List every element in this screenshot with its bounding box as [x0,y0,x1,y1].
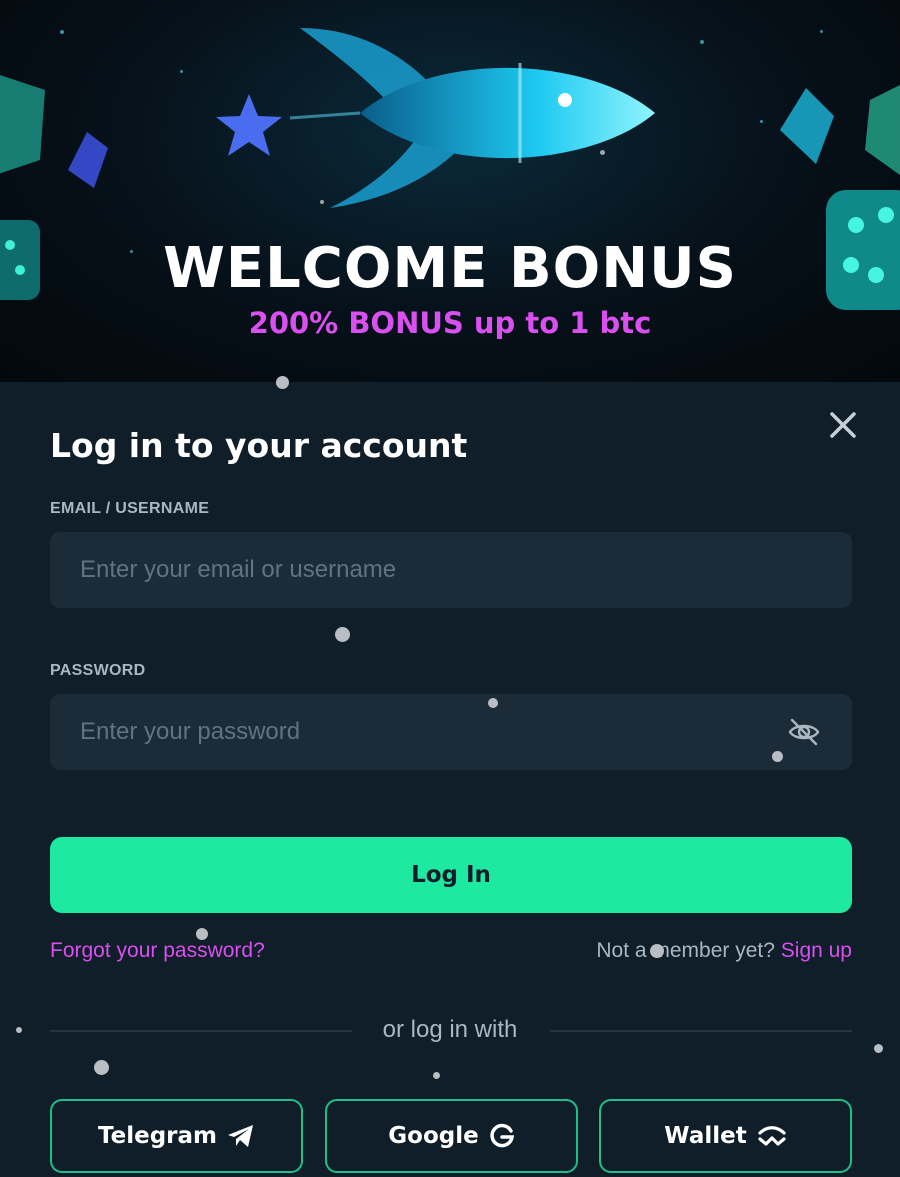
sparkle [700,40,704,44]
floating-dot [772,751,783,762]
sparkle [820,30,823,33]
rocket-icon [290,28,655,208]
telegram-label: Telegram [97,1123,217,1149]
login-button[interactable]: Log In [50,837,852,913]
google-login-button[interactable]: Google [325,1099,578,1173]
signup-prompt: Not a member yet? Sign up [596,939,852,963]
floating-dot [874,1044,883,1053]
password-field[interactable] [50,694,852,770]
floating-dot [650,944,664,958]
forgot-password-link[interactable]: Forgot your password? [50,939,265,963]
telegram-icon [228,1125,253,1147]
email-label: EMAIL / USERNAME [50,500,210,517]
banner-title: WELCOME BONUS [163,236,737,301]
eye-off-icon [788,718,820,746]
close-icon [830,412,856,438]
welcome-banner: WELCOME BONUS 200% BONUS up to 1 btc [0,0,900,382]
crystal-icon [68,132,108,188]
telegram-login-button[interactable]: Telegram [50,1099,303,1173]
page-title: Log in to your account [50,426,468,465]
divider-text: or log in with [382,1016,518,1043]
signup-link[interactable]: Sign up [781,939,852,962]
floating-dot [276,376,289,389]
floating-dot [433,1072,440,1079]
crystal-icon [780,88,834,164]
floating-dot [94,1060,109,1075]
toggle-password-visibility[interactable] [786,714,822,750]
sparkle [180,70,183,73]
google-icon [490,1123,514,1148]
sparkle [760,120,763,123]
star-icon [216,94,282,156]
crystal-icon [865,85,900,175]
walletconnect-icon [758,1126,786,1146]
signup-prompt-text: Not a member yet? [596,939,775,962]
floating-dot [196,928,208,940]
sparkle [60,30,64,34]
close-button[interactable] [826,408,860,442]
crystal-icon [0,75,45,174]
banner-subtitle: 200% BONUS up to 1 btc [248,306,652,340]
floating-dot [488,698,498,708]
email-field[interactable] [50,532,852,608]
wallet-login-button[interactable]: Wallet [599,1099,852,1173]
google-label: Google [388,1123,479,1149]
floating-dot [335,627,350,642]
wallet-label: Wallet [664,1123,747,1149]
floating-dot [16,1027,22,1033]
password-label: PASSWORD [50,662,146,679]
